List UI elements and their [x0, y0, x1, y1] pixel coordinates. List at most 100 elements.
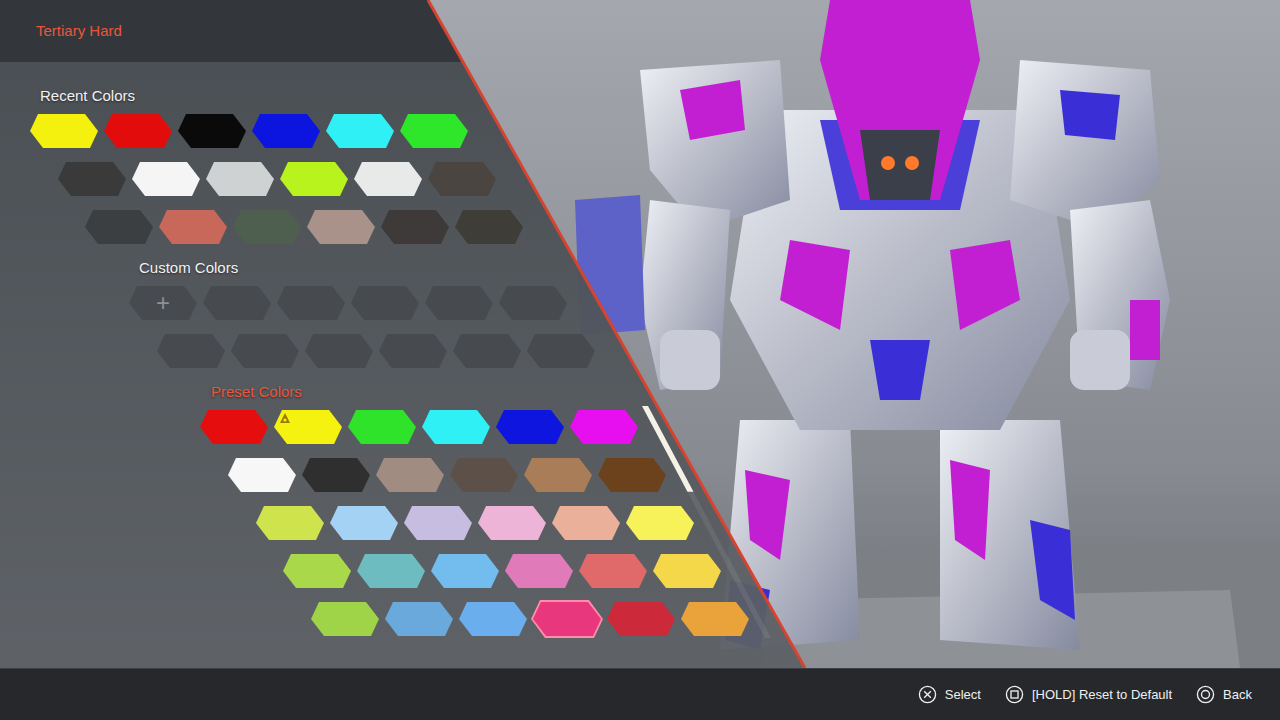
- color-swatch[interactable]: [250, 112, 322, 150]
- color-swatch[interactable]: [278, 160, 350, 198]
- button-hint[interactable]: Select: [918, 685, 981, 704]
- color-swatch[interactable]: [624, 504, 696, 542]
- color-swatch[interactable]: [503, 552, 575, 590]
- swatch-fill: [354, 162, 422, 196]
- color-swatch[interactable]: [596, 456, 668, 494]
- color-swatch[interactable]: [204, 160, 276, 198]
- swatch-row: [28, 112, 820, 150]
- color-swatch[interactable]: [457, 600, 529, 638]
- color-swatch[interactable]: [231, 208, 303, 246]
- swatch-row: [309, 600, 820, 638]
- hint-label: Back: [1223, 686, 1252, 704]
- swatch-fill: [206, 162, 274, 196]
- color-swatch[interactable]: [426, 160, 498, 198]
- color-swatch[interactable]: [324, 112, 396, 150]
- swatch-fill: [400, 114, 468, 148]
- color-swatch[interactable]: [349, 284, 421, 322]
- color-swatch[interactable]: [448, 456, 520, 494]
- swatch-fill: [58, 162, 126, 196]
- color-swatch[interactable]: [374, 456, 446, 494]
- swatch-fill: [307, 210, 375, 244]
- swatch-fill: [330, 506, 398, 540]
- color-swatch[interactable]: [352, 160, 424, 198]
- color-swatch[interactable]: [383, 600, 455, 638]
- color-swatch[interactable]: [494, 408, 566, 446]
- color-swatch[interactable]: [379, 208, 451, 246]
- panel-header: Tertiary Hard: [0, 0, 820, 62]
- swatch-fill: [524, 458, 592, 492]
- color-swatch[interactable]: [346, 408, 418, 446]
- color-swatch[interactable]: [476, 504, 548, 542]
- swatch-fill: [348, 410, 416, 444]
- color-swatch[interactable]: [328, 504, 400, 542]
- swatch-fill: [552, 506, 620, 540]
- swatch-fill: [455, 210, 523, 244]
- color-swatch[interactable]: [254, 504, 326, 542]
- button-hint[interactable]: Back: [1196, 685, 1252, 704]
- swatch-fill: [231, 334, 299, 368]
- swatch-fill: [425, 286, 493, 320]
- swatch-fill: [256, 506, 324, 540]
- color-swatch[interactable]: [309, 600, 381, 638]
- swatch-fill: [579, 554, 647, 588]
- color-swatch[interactable]: [355, 552, 427, 590]
- color-swatch[interactable]: [201, 284, 273, 322]
- color-swatch[interactable]: [305, 208, 377, 246]
- add-color-button: +: [129, 286, 197, 320]
- swatch-row: [155, 332, 820, 370]
- swatch-fill: [478, 506, 546, 540]
- color-swatch[interactable]: [531, 600, 603, 638]
- color-swatch[interactable]: [605, 600, 677, 638]
- button-hint[interactable]: [HOLD] Reset to Default: [1005, 685, 1172, 704]
- color-swatch[interactable]: [451, 332, 523, 370]
- swatch-row: [56, 160, 820, 198]
- color-swatch[interactable]: [651, 552, 723, 590]
- swatch-row: [226, 456, 820, 494]
- color-swatch[interactable]: [157, 208, 229, 246]
- color-swatch[interactable]: [303, 332, 375, 370]
- color-swatch[interactable]: [275, 284, 347, 322]
- color-swatch[interactable]: [281, 552, 353, 590]
- color-swatch[interactable]: [550, 504, 622, 542]
- color-swatch[interactable]: [229, 332, 301, 370]
- color-swatch[interactable]: [497, 284, 569, 322]
- scrollbar-thumb[interactable]: [642, 406, 693, 492]
- section-label: Custom Colors: [139, 258, 820, 278]
- color-swatch[interactable]: +: [127, 284, 199, 322]
- color-swatch[interactable]: [522, 456, 594, 494]
- color-swatch[interactable]: [420, 408, 492, 446]
- color-swatch[interactable]: [525, 332, 597, 370]
- color-swatch[interactable]: [377, 332, 449, 370]
- color-swatch[interactable]: [226, 456, 298, 494]
- color-swatch[interactable]: [679, 600, 751, 638]
- swatch-fill: [311, 602, 379, 636]
- color-swatch[interactable]: [272, 408, 344, 446]
- color-swatch[interactable]: [429, 552, 501, 590]
- color-swatch[interactable]: [577, 552, 649, 590]
- color-swatch[interactable]: [83, 208, 155, 246]
- swatch-row: +: [127, 284, 820, 322]
- scene: Tertiary Hard Recent ColorsCustom Colors…: [0, 0, 1280, 668]
- color-swatch[interactable]: [56, 160, 128, 198]
- swatch-fill: [626, 506, 694, 540]
- swatch-fill: [681, 602, 749, 636]
- section-label: Preset Colors: [211, 382, 820, 402]
- color-swatch[interactable]: [155, 332, 227, 370]
- color-swatch[interactable]: [198, 408, 270, 446]
- color-swatch[interactable]: [453, 208, 525, 246]
- color-sections: Recent ColorsCustom Colors+Preset Colors: [0, 62, 820, 638]
- color-swatch[interactable]: [28, 112, 100, 150]
- swatch-fill: [598, 458, 666, 492]
- color-swatch[interactable]: [102, 112, 174, 150]
- swatch-fill: [30, 114, 98, 148]
- color-swatch[interactable]: [130, 160, 202, 198]
- color-swatch[interactable]: [423, 284, 495, 322]
- color-swatch[interactable]: [176, 112, 248, 150]
- color-swatch[interactable]: [398, 112, 470, 150]
- color-swatch[interactable]: [300, 456, 372, 494]
- swatch-fill: [527, 334, 595, 368]
- color-swatch[interactable]: [568, 408, 640, 446]
- color-swatch[interactable]: [402, 504, 474, 542]
- color-panel: Tertiary Hard Recent ColorsCustom Colors…: [0, 0, 820, 638]
- square-button-icon: [1005, 685, 1024, 704]
